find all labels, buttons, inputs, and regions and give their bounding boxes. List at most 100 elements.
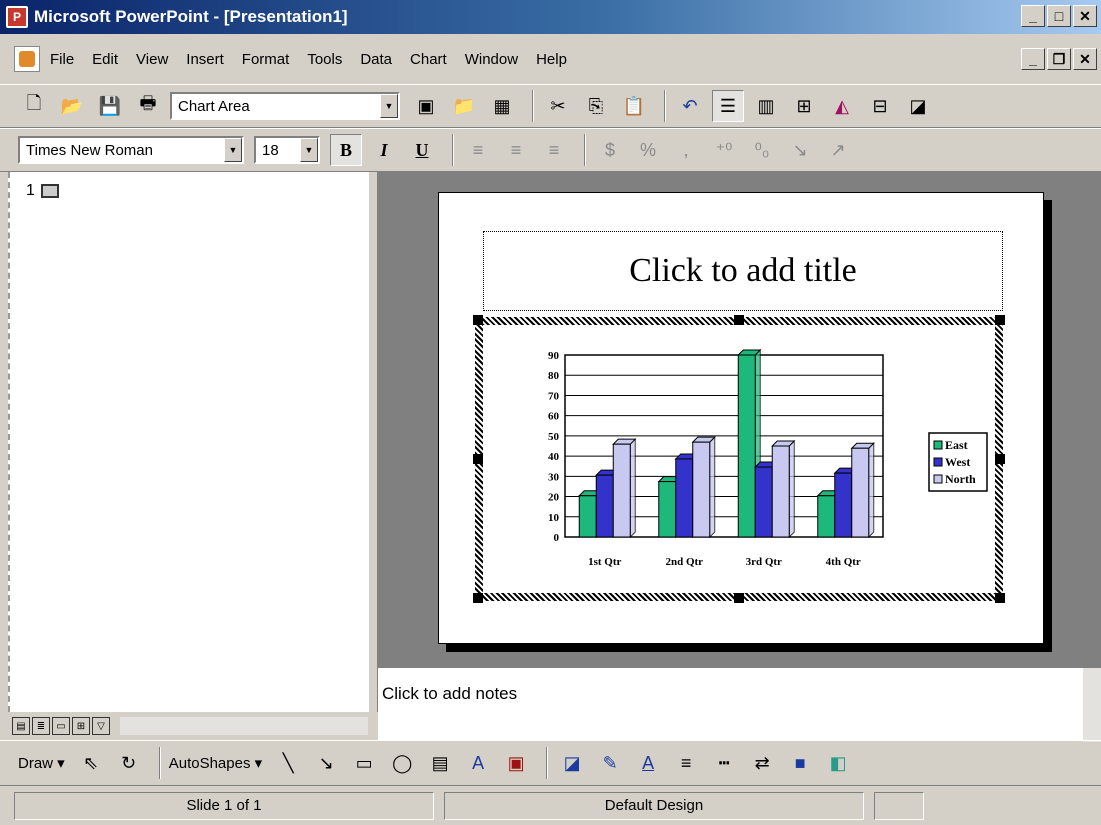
comma-icon[interactable]: ,: [670, 134, 702, 166]
outline-view-icon[interactable]: ≣: [32, 717, 50, 735]
datasheet-icon[interactable]: ▦: [486, 90, 518, 122]
chevron-down-icon[interactable]: ▼: [380, 94, 398, 118]
y-tick-label[interactable]: 80: [548, 370, 560, 382]
document-icon[interactable]: [14, 46, 40, 72]
bar-north[interactable]: [851, 447, 870, 538]
resize-handle-n[interactable]: [734, 315, 744, 325]
dash-style-icon[interactable]: ┅: [708, 747, 740, 779]
fill-color-icon[interactable]: ◪: [902, 90, 934, 122]
y-tick-label[interactable]: 70: [548, 390, 560, 402]
increase-decimal-icon[interactable]: ⁺⁰: [708, 134, 740, 166]
menu-edit[interactable]: Edit: [92, 51, 118, 68]
slide-sorter-icon[interactable]: ⊞: [72, 717, 90, 735]
bar-west[interactable]: [754, 466, 773, 538]
menu-file[interactable]: File: [50, 51, 74, 68]
import-file-icon[interactable]: 📁: [448, 90, 480, 122]
font-size-dropdown[interactable]: 18 ▼: [254, 136, 320, 164]
resize-handle-se[interactable]: [995, 593, 1005, 603]
resize-handle-ne[interactable]: [995, 315, 1005, 325]
by-row-icon[interactable]: ☰: [712, 90, 744, 122]
close-button[interactable]: ✕: [1073, 5, 1097, 27]
legend-swatch[interactable]: [933, 440, 943, 450]
powerpoint-icon[interactable]: P: [6, 6, 28, 28]
text-box-icon[interactable]: ▤: [424, 747, 456, 779]
line-color-icon[interactable]: ✎: [594, 747, 626, 779]
chevron-down-icon[interactable]: ▼: [300, 138, 318, 162]
arrow-icon[interactable]: ↘: [310, 747, 342, 779]
maximize-button[interactable]: □: [1047, 5, 1071, 27]
align-left-icon[interactable]: ≡: [462, 134, 494, 166]
outline-pane[interactable]: 1: [8, 172, 368, 712]
menu-window[interactable]: Window: [465, 51, 518, 68]
by-column-icon[interactable]: ▥: [750, 90, 782, 122]
bar-east[interactable]: [817, 495, 836, 538]
slide-show-icon[interactable]: ▽: [92, 717, 110, 735]
x-tick-label[interactable]: 1st Qtr: [588, 556, 621, 568]
menu-insert[interactable]: Insert: [186, 51, 224, 68]
y-tick-label[interactable]: 30: [548, 471, 560, 483]
undo-icon[interactable]: ↶: [674, 90, 706, 122]
chart-area[interactable]: 0 10 20 30 40 50 60 70 80 90 1st Qtr 2nd Qtr 3rd Qtr…: [483, 325, 995, 593]
shadow-icon[interactable]: ■: [784, 747, 816, 779]
doc-close-button[interactable]: ✕: [1073, 48, 1097, 70]
bold-button[interactable]: B: [330, 134, 362, 166]
pane-splitter[interactable]: [368, 172, 378, 712]
new-icon[interactable]: 🗋: [18, 90, 50, 122]
line-style-icon[interactable]: ≡: [670, 747, 702, 779]
y-tick-label[interactable]: 60: [548, 411, 560, 423]
bar-east[interactable]: [658, 481, 677, 538]
menu-help[interactable]: Help: [536, 51, 567, 68]
minimize-button[interactable]: _: [1021, 5, 1045, 27]
bar-east[interactable]: [737, 354, 756, 538]
bar-north[interactable]: [612, 443, 631, 538]
resize-handle-sw[interactable]: [473, 593, 483, 603]
bar-side[interactable]: [868, 442, 875, 539]
bar-north[interactable]: [771, 445, 790, 538]
draw-menu[interactable]: Draw ▾: [18, 754, 65, 772]
cut-icon[interactable]: ✂: [542, 90, 574, 122]
chart-object[interactable]: 0 10 20 30 40 50 60 70 80 90 1st Qtr 2nd Qtr 3rd Qtr…: [473, 315, 1005, 603]
column-chart[interactable]: 0 10 20 30 40 50 60 70 80 90 1st Qtr 2nd Qtr 3rd Qtr…: [483, 325, 995, 593]
legend-label[interactable]: North: [945, 472, 976, 486]
autoshapes-menu[interactable]: AutoShapes ▾: [169, 754, 262, 772]
y-tick-label[interactable]: 0: [554, 532, 560, 544]
menu-data[interactable]: Data: [360, 51, 392, 68]
decrease-decimal-icon[interactable]: ⁰₀: [746, 134, 778, 166]
x-tick-label[interactable]: 3rd Qtr: [746, 556, 782, 568]
italic-button[interactable]: I: [368, 134, 400, 166]
legend-label[interactable]: East: [945, 438, 968, 452]
chevron-down-icon[interactable]: ▼: [224, 138, 242, 162]
fill-color-icon[interactable]: ◪: [556, 747, 588, 779]
menu-view[interactable]: View: [136, 51, 168, 68]
save-icon[interactable]: 💾: [94, 90, 126, 122]
title-placeholder[interactable]: Click to add title: [483, 231, 1003, 311]
vertical-scrollbar[interactable]: [1083, 668, 1101, 742]
legend-label[interactable]: West: [945, 455, 970, 469]
chart-type-icon[interactable]: ◭: [826, 90, 858, 122]
resize-handle-s[interactable]: [734, 593, 744, 603]
bar-side[interactable]: [788, 439, 795, 539]
notes-pane[interactable]: Click to add notes: [378, 666, 1101, 742]
align-right-icon[interactable]: ≡: [538, 134, 570, 166]
underline-button[interactable]: U: [406, 134, 438, 166]
doc-restore-button[interactable]: ❐: [1047, 48, 1071, 70]
slide[interactable]: Click to add title 0 10 20 30 40 50 60 70 80 90 1s…: [438, 192, 1044, 644]
open-icon[interactable]: 📂: [56, 90, 88, 122]
menu-chart[interactable]: Chart: [410, 51, 447, 68]
font-color-icon[interactable]: A: [632, 747, 664, 779]
resize-handle-e[interactable]: [995, 454, 1005, 464]
clip-art-icon[interactable]: ▣: [500, 747, 532, 779]
wordart-icon[interactable]: A: [462, 747, 494, 779]
chart-objects-dropdown[interactable]: Chart Area ▼: [170, 92, 400, 120]
y-tick-label[interactable]: 20: [548, 492, 560, 504]
x-tick-label[interactable]: 4th Qtr: [826, 556, 861, 568]
normal-view-icon[interactable]: ▤: [12, 717, 30, 735]
oval-icon[interactable]: ◯: [386, 747, 418, 779]
bar-north[interactable]: [692, 441, 711, 538]
free-rotate-icon[interactable]: ↻: [113, 747, 145, 779]
bar-side[interactable]: [709, 435, 716, 539]
slide-view-icon[interactable]: ▭: [52, 717, 70, 735]
y-tick-label[interactable]: 10: [548, 512, 560, 524]
resize-handle-nw[interactable]: [473, 315, 483, 325]
menu-format[interactable]: Format: [242, 51, 290, 68]
